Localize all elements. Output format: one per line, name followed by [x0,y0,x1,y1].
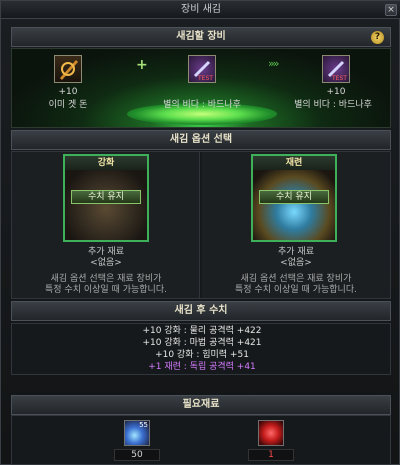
refine-option-card[interactable]: 재련 수치 유지 [251,154,337,242]
test-item-icon: TEST [327,60,347,82]
window-titlebar[interactable]: 장비 새김 × [1,1,400,19]
material-equip-slot[interactable] [54,55,82,83]
enhance-option-card[interactable]: 강화 수치 유지 [63,154,149,242]
refine-material-value: <없음> [280,258,312,268]
material-section-header: 필요재료 [11,395,391,415]
material-1-count: 50 [114,449,160,461]
option-section-title: 새김 옵션 선택 [169,134,233,145]
refine-keep-value-button[interactable]: 수치 유지 [259,190,329,204]
close-button[interactable]: × [385,4,397,16]
material-2-count: 1 [248,449,294,461]
slot-2-name: 별의 비다 : 바드나후 [163,100,241,110]
slot-1-name: 이미 겟 돈 [48,100,88,110]
stat-line: +10 강화 : 힘미력 +51 [155,350,249,360]
after-section-title: 새김 후 수치 [174,305,228,316]
svg-text:TEST: TEST [197,75,213,82]
material-1-badge: 55 [139,421,148,429]
red-gem-icon[interactable] [258,420,284,446]
svg-text:TEST: TEST [331,75,347,82]
stat-line: +10 강화 : 물리 공격력 +422 [142,326,262,336]
help-icon[interactable]: ? [371,31,384,44]
test-item-icon: TEST [193,60,213,82]
material-area: 55 50 1 [11,415,391,465]
equip-section-title: 새김할 장비 [176,31,226,42]
equip-area: +10 이미 겟 돈 + TEST 별의 비다 : 바드나후 »» TEST +… [11,48,391,128]
slot-3-level: +10 [326,87,346,97]
stat-line-refine: +1 재련 : 독립 공격력 +41 [148,362,256,372]
blue-crystal-icon[interactable]: 55 [124,420,150,446]
option-panel-enhance: 강화 수치 유지 추가 재료 <없음> 새김 옵션 선택은 재료 장비가 특정 … [12,152,200,298]
option-panel-refine: 재련 수치 유지 추가 재료 <없음> 새김 옵션 선택은 재료 장비가 특정 … [202,152,390,298]
equip-section-header: 새김할 장비 ? [11,27,391,47]
plus-icon: + [136,57,148,73]
target-equip-slot[interactable]: TEST [188,55,216,83]
enhance-material-value: <없음> [90,258,122,268]
option-section-header: 새김 옵션 선택 [11,130,391,150]
engrave-window: 장비 새김 × 새김할 장비 ? +10 이미 겟 돈 + TEST 별의 비다… [0,0,400,465]
refine-option-title: 재련 [253,156,335,170]
refine-note-line-2: 특정 수치 이상일 때 가능합니다. [235,285,357,295]
after-section-header: 새김 후 수치 [11,301,391,321]
enhance-option-title: 강화 [65,156,147,170]
window-title: 장비 새김 [181,4,221,15]
result-equip-slot: TEST [322,55,350,83]
option-area: 강화 수치 유지 추가 재료 <없음> 새김 옵션 선택은 재료 장비가 특정 … [11,151,391,299]
enhance-keep-value-button[interactable]: 수치 유지 [71,190,141,204]
enhance-emblem-icon [65,170,147,240]
enhance-note-line-2: 특정 수치 이상일 때 가능합니다. [45,285,167,295]
arrow-right-icon: »» [268,57,280,70]
slot-1-level: +10 [58,87,78,97]
after-stats-area: +10 강화 : 물리 공격력 +422 +10 강화 : 마법 공격력 +42… [11,323,391,375]
stat-line: +10 강화 : 마법 공격력 +421 [142,338,262,348]
weapon-icon [60,60,78,80]
material-section-title: 필요재료 [182,399,220,410]
slot-3-name: 별의 비다 : 바드나후 [294,100,372,110]
refine-emblem-icon [253,170,335,240]
